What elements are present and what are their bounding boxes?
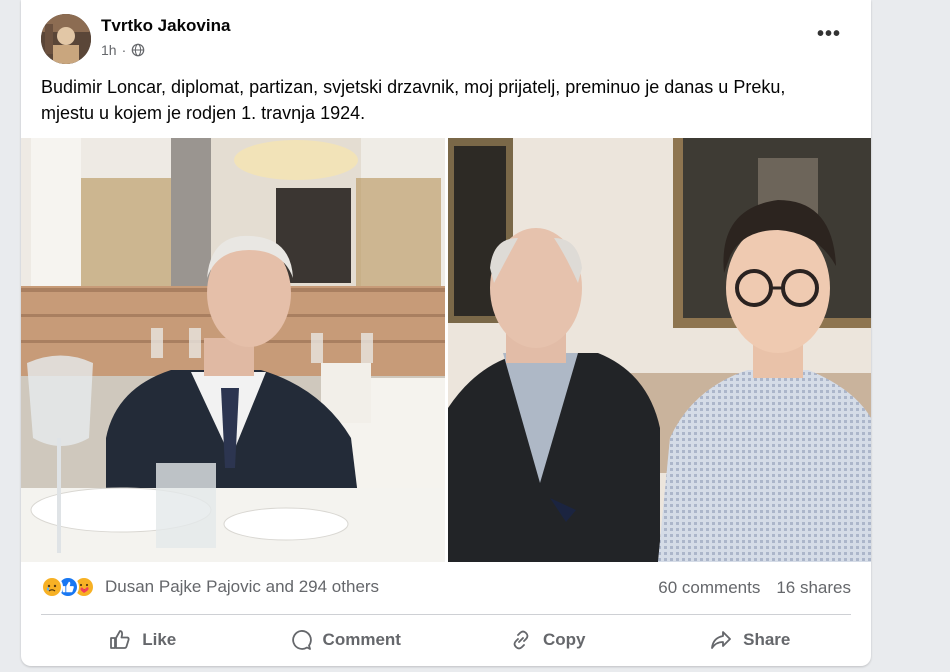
- post-meta: 1h ·: [101, 42, 145, 58]
- globe-icon[interactable]: [131, 43, 145, 57]
- share-button[interactable]: Share: [649, 620, 852, 660]
- share-icon: [711, 631, 732, 649]
- post-actions: Like Comment Copy Share: [41, 620, 851, 660]
- engagement-counts: 60 comments 16 shares: [658, 578, 851, 598]
- thumbs-up-icon: [110, 630, 130, 649]
- comments-count[interactable]: 60 comments: [658, 578, 760, 598]
- sad-reaction-icon: [41, 576, 63, 598]
- post-card: Tvrtko Jakovina 1h · ••• Budimir Loncar,…: [21, 0, 871, 666]
- share-label: Share: [743, 630, 791, 649]
- copy-label: Copy: [543, 630, 586, 649]
- comment-label: Comment: [322, 630, 401, 649]
- post-time[interactable]: 1h: [101, 42, 117, 58]
- post-photo-left[interactable]: [21, 138, 445, 562]
- shares-count[interactable]: 16 shares: [776, 578, 851, 598]
- like-label: Like: [142, 630, 177, 649]
- divider: [41, 614, 851, 615]
- more-options-button[interactable]: •••: [817, 24, 841, 44]
- restaurant-photo: [21, 138, 445, 562]
- link-icon: [513, 630, 529, 650]
- reactions-summary[interactable]: Dusan Pajke Pajovic and 294 others: [41, 576, 379, 598]
- copy-button[interactable]: Copy: [446, 620, 649, 660]
- author-name[interactable]: Tvrtko Jakovina: [101, 16, 230, 36]
- like-button[interactable]: Like: [41, 620, 244, 660]
- post-text: Budimir Loncar, diplomat, partizan, svje…: [41, 77, 786, 123]
- reaction-names[interactable]: Dusan Pajke Pajovic and 294 others: [105, 577, 379, 597]
- reaction-icons: [41, 576, 95, 598]
- author-avatar[interactable]: [41, 14, 91, 64]
- avatar-image: [41, 14, 91, 64]
- comment-button[interactable]: Comment: [244, 620, 447, 660]
- post-photo-right[interactable]: [448, 138, 871, 562]
- selfie-photo: [448, 138, 871, 562]
- comment-icon: [291, 630, 312, 650]
